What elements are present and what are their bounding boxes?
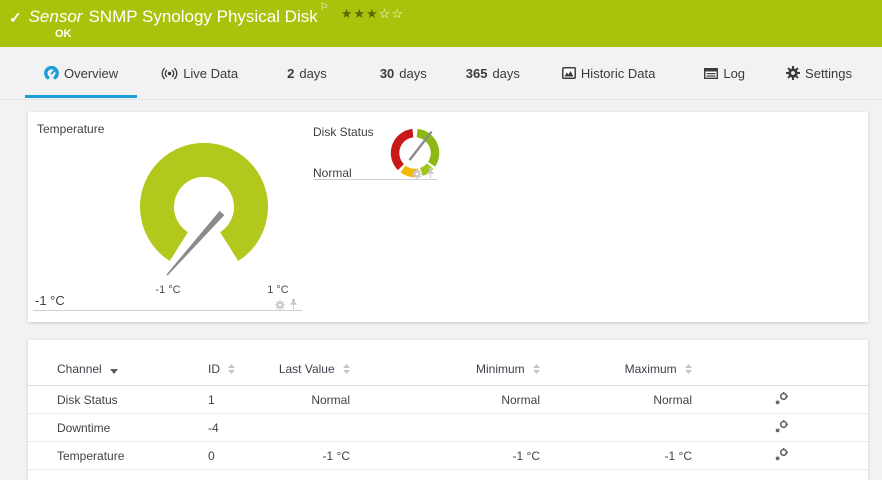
- sort-desc-icon: [110, 369, 118, 374]
- tab-historic-data[interactable]: Historic Data: [562, 47, 655, 99]
- tab-30-days-number: 30: [380, 66, 394, 81]
- temperature-current-value: -1 °C: [35, 293, 65, 308]
- column-header-actions: [692, 340, 868, 386]
- column-header-id[interactable]: ID: [208, 340, 278, 386]
- column-header-id-label: ID: [208, 362, 220, 376]
- table-row: Disk Status 1 Normal Normal Normal: [28, 386, 868, 414]
- channel-settings-icon[interactable]: [775, 448, 788, 461]
- sort-both-icon: [343, 364, 350, 374]
- disk-status-widget-divider: [313, 179, 437, 180]
- column-header-maximum[interactable]: Maximum: [540, 340, 692, 386]
- widget-gear-icon[interactable]: [275, 300, 285, 310]
- channel-settings-icon[interactable]: [775, 420, 788, 433]
- tab-overview-label: Overview: [64, 66, 118, 81]
- disk-status-widget-title: Disk Status: [313, 125, 374, 139]
- channel-maximum: [540, 414, 692, 442]
- channel-minimum: Normal: [350, 386, 540, 414]
- tab-2-days[interactable]: 2 days: [287, 47, 327, 99]
- column-header-minimum[interactable]: Minimum: [350, 340, 540, 386]
- tab-2-days-label: days: [299, 66, 326, 81]
- sort-both-icon: [685, 364, 692, 374]
- table-row: Downtime -4: [28, 414, 868, 442]
- gauges-panel: Temperature -1 °C 1 °C -1 °C Disk Status: [28, 112, 868, 322]
- channel-id: -4: [208, 414, 278, 442]
- table-row: Temperature 0 -1 °C -1 °C -1 °C: [28, 442, 868, 470]
- temperature-gauge-min-label: -1 °C: [140, 284, 196, 296]
- gear-icon: [786, 66, 800, 80]
- column-header-channel-label: Channel: [57, 362, 102, 376]
- widget-gear-icon[interactable]: [412, 169, 422, 179]
- live-data-icon: [161, 67, 178, 80]
- tab-365-days-number: 365: [466, 66, 488, 81]
- tab-log[interactable]: Log: [704, 47, 745, 99]
- tab-settings[interactable]: Settings: [786, 47, 852, 99]
- stars-filled[interactable]: ★★★: [341, 6, 379, 21]
- temperature-widget-divider: [33, 310, 302, 311]
- channel-id: 0: [208, 442, 278, 470]
- tab-overview[interactable]: Overview: [25, 47, 137, 99]
- tab-log-label: Log: [723, 66, 745, 81]
- channel-name: Temperature: [28, 442, 208, 470]
- tab-live-data[interactable]: Live Data: [161, 47, 238, 99]
- channel-name: Disk Status: [28, 386, 208, 414]
- channel-minimum: -1 °C: [350, 442, 540, 470]
- channels-panel: Channel ID Last Value Minimum Maximum: [28, 340, 868, 480]
- tab-historic-data-label: Historic Data: [581, 66, 655, 81]
- channel-last-value: [278, 414, 350, 442]
- temperature-gauge-max-label: 1 °C: [250, 284, 306, 296]
- status-ok-check-icon: ✓: [9, 9, 22, 27]
- channel-last-value: -1 °C: [278, 442, 350, 470]
- channel-maximum: Normal: [540, 386, 692, 414]
- sensor-header: ✓ Sensor SNMP Synology Physical Disk ⚐ ★…: [0, 0, 882, 47]
- column-header-minimum-label: Minimum: [476, 362, 525, 376]
- temperature-widget-title: Temperature: [37, 122, 104, 136]
- object-kind-label: Sensor: [29, 7, 83, 27]
- disk-status-current-value: Normal: [313, 166, 352, 180]
- stars-empty[interactable]: ☆☆: [379, 6, 404, 21]
- sensor-title: SNMP Synology Physical Disk: [88, 7, 317, 27]
- tab-365-days-label: days: [492, 66, 519, 81]
- log-list-icon: [704, 68, 718, 79]
- channel-last-value: Normal: [278, 386, 350, 414]
- tab-2-days-number: 2: [287, 66, 294, 81]
- tabbar: Overview Live Data 2 days 30 days 365 da…: [0, 47, 882, 100]
- temperature-widget-actions: [275, 299, 298, 310]
- sensor-status-text: OK: [55, 28, 872, 40]
- tab-live-data-label: Live Data: [183, 66, 238, 81]
- channel-id: 1: [208, 386, 278, 414]
- historic-chart-icon: [562, 67, 576, 79]
- channels-table: Channel ID Last Value Minimum Maximum: [28, 340, 868, 470]
- tab-30-days[interactable]: 30 days: [380, 47, 427, 99]
- disk-status-widget-actions: [412, 168, 435, 179]
- tab-30-days-label: days: [399, 66, 426, 81]
- channel-maximum: -1 °C: [540, 442, 692, 470]
- channel-minimum: [350, 414, 540, 442]
- sort-both-icon: [533, 364, 540, 374]
- temperature-gauge: [104, 122, 304, 292]
- channel-name: Downtime: [28, 414, 208, 442]
- tab-365-days[interactable]: 365 days: [466, 47, 520, 99]
- sort-both-icon: [228, 364, 235, 374]
- column-header-channel[interactable]: Channel: [28, 340, 208, 386]
- widget-pin-icon[interactable]: [289, 299, 298, 310]
- table-header-row: Channel ID Last Value Minimum Maximum: [28, 340, 868, 386]
- column-header-maximum-label: Maximum: [625, 362, 677, 376]
- widget-pin-icon[interactable]: [426, 168, 435, 179]
- flag-icon[interactable]: ⚐: [320, 2, 329, 13]
- tab-settings-label: Settings: [805, 66, 852, 81]
- column-header-last-value[interactable]: Last Value: [278, 340, 350, 386]
- channel-settings-icon[interactable]: [775, 392, 788, 405]
- priority-stars[interactable]: ★★★☆☆: [341, 6, 404, 22]
- column-header-last-value-label: Last Value: [279, 362, 335, 376]
- gauge-icon: [44, 66, 59, 81]
